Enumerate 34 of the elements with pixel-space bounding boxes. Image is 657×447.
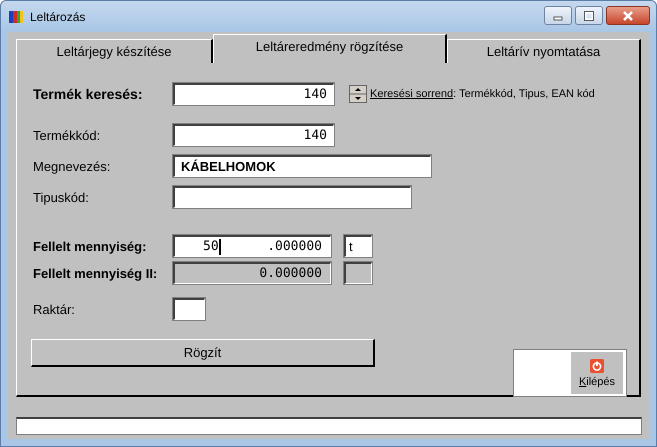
search-order-link[interactable]: Keresési sorrend	[370, 88, 454, 100]
code-field[interactable]: 140	[173, 124, 334, 146]
decimal-part: .000000	[267, 239, 322, 254]
field-label: Fellelt mennyiség:	[33, 238, 148, 254]
field-label: Termék keresés:	[33, 86, 144, 102]
save-button[interactable]: Rögzít	[31, 339, 375, 367]
maximize-icon	[584, 10, 594, 20]
unit-field	[344, 262, 372, 284]
quantity-field[interactable]: 50 .000000	[173, 235, 331, 257]
minimize-button[interactable]	[544, 6, 572, 25]
field-label: Raktár:	[33, 302, 76, 316]
power-icon	[590, 358, 604, 372]
app-icon	[8, 8, 24, 24]
exit-button[interactable]: Kilépés	[571, 352, 623, 394]
unit-field[interactable]: t	[344, 235, 372, 257]
decimal-part: 0.000000	[259, 266, 322, 281]
search-order-text: : Termékkód, Tipus, EAN kód	[453, 88, 595, 100]
close-button[interactable]	[606, 6, 650, 25]
field-label: Megnevezés:	[33, 158, 112, 174]
field-label: Termékkód:	[33, 128, 102, 142]
warehouse-field[interactable]	[173, 298, 205, 320]
maximize-button[interactable]	[575, 6, 603, 25]
integer-part: 50	[203, 239, 219, 254]
spinner-icon[interactable]	[349, 85, 367, 103]
name-field[interactable]: KÁBELHOMOK	[173, 155, 431, 177]
type-field[interactable]	[173, 186, 411, 208]
close-icon	[621, 10, 635, 20]
tab[interactable]: Leltárív nyomtatása	[447, 39, 641, 63]
window-title: Leltározás	[30, 10, 86, 24]
search-field[interactable]: 140	[173, 83, 334, 105]
tab[interactable]: Leltárjegy készítése	[16, 39, 213, 63]
tab[interactable]: Leltáreredmény rögzítése	[213, 34, 447, 63]
field-label: Fellelt mennyiség II:	[33, 266, 158, 280]
field-label: Tipuskód:	[33, 190, 90, 204]
